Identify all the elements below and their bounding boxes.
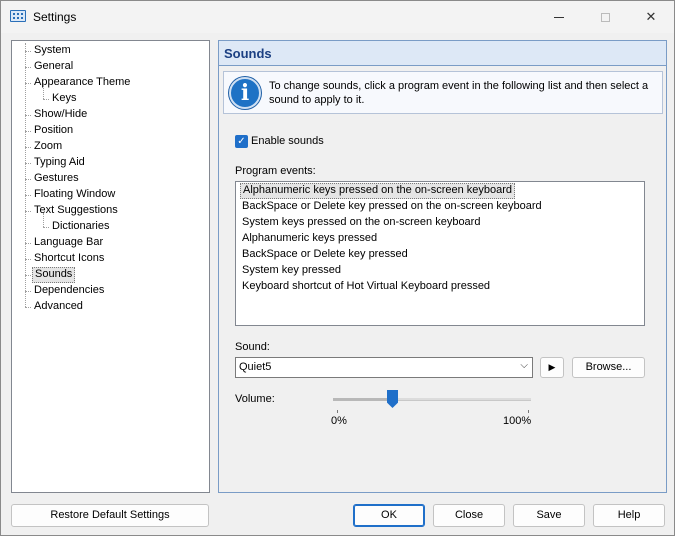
tree-connector: [25, 275, 31, 276]
panel-title: Sounds: [219, 41, 666, 66]
minimize-icon: [554, 16, 564, 18]
tree-item-general[interactable]: General: [32, 59, 75, 75]
tree-connector: [25, 259, 31, 260]
tree-item-zoom[interactable]: Zoom: [32, 139, 64, 155]
tree-connector: [25, 51, 31, 52]
tree-connector: [25, 115, 31, 116]
window-title: Settings: [33, 10, 77, 24]
tree-connector: [25, 147, 31, 148]
volume-min-label: 0%: [331, 415, 347, 427]
play-icon: ▶: [548, 362, 556, 372]
tree-connector: [43, 99, 49, 100]
close-icon: ✕: [645, 9, 657, 24]
info-box: i To change sounds, click a program even…: [223, 71, 663, 114]
tree-connector: [25, 291, 31, 292]
program-events-list[interactable]: Alphanumeric keys pressed on the on-scre…: [235, 181, 645, 326]
event-item[interactable]: BackSpace or Delete key pressed on the o…: [240, 199, 544, 215]
tree-connector: [25, 211, 31, 212]
tree-item-text-suggestions[interactable]: Text Suggestions: [32, 203, 120, 219]
tree-item-sounds[interactable]: Sounds: [32, 267, 76, 283]
tree-item-show-hide[interactable]: Show/Hide: [32, 107, 89, 123]
info-icon: i: [229, 77, 261, 109]
help-button[interactable]: Help: [593, 504, 665, 527]
volume-label: Volume:: [235, 393, 275, 405]
tree-item-gestures[interactable]: Gestures: [32, 171, 81, 187]
maximize-button[interactable]: [582, 1, 628, 33]
tree-connector: [43, 227, 49, 228]
tree-item-system[interactable]: System: [32, 43, 73, 59]
tree-connector: [25, 83, 31, 84]
tree-item-dependencies[interactable]: Dependencies: [32, 283, 106, 299]
sound-select[interactable]: Quiet5 ⌵: [235, 357, 533, 378]
maximize-icon: [600, 12, 610, 22]
volume-slider-fill: [333, 398, 392, 401]
volume-slider-track[interactable]: [333, 398, 531, 401]
tree-item-appearance-theme[interactable]: Appearance Theme: [32, 75, 132, 91]
tree-connector: [25, 195, 31, 196]
tree-connector: [43, 213, 44, 227]
enable-sounds-label[interactable]: Enable sounds: [251, 135, 324, 147]
chevron-down-icon: ⌵: [520, 360, 528, 371]
tree-item-typing-aid[interactable]: Typing Aid: [32, 155, 87, 171]
tree-connector: [25, 179, 31, 180]
event-item[interactable]: Alphanumeric keys pressed: [240, 231, 379, 247]
tree-connector: [25, 307, 31, 308]
save-button[interactable]: Save: [513, 504, 585, 527]
browse-button[interactable]: Browse...: [572, 357, 645, 378]
info-text: To change sounds, click a program event …: [269, 80, 649, 106]
tree-item-dictionaries[interactable]: Dictionaries: [50, 219, 111, 235]
tree-item-floating-window[interactable]: Floating Window: [32, 187, 117, 203]
sound-label: Sound:: [235, 341, 270, 353]
volume-max-label: 100%: [503, 415, 532, 427]
event-item[interactable]: System key pressed: [240, 263, 343, 279]
keyboard-icon: [10, 10, 26, 22]
event-item[interactable]: Keyboard shortcut of Hot Virtual Keyboar…: [240, 279, 492, 295]
event-item[interactable]: System keys pressed on the on-screen key…: [240, 215, 482, 231]
tree-connector: [43, 85, 44, 99]
tree-connector: [25, 131, 31, 132]
tree-item-language-bar[interactable]: Language Bar: [32, 235, 105, 251]
tree-connector: [25, 67, 31, 68]
close-button[interactable]: Close: [433, 504, 505, 527]
tree-item-position[interactable]: Position: [32, 123, 75, 139]
sounds-panel: Sounds i To change sounds, click a progr…: [218, 40, 667, 493]
tree-connector: [25, 163, 31, 164]
sound-select-value: Quiet5: [239, 361, 272, 373]
settings-tree[interactable]: System General Appearance Theme Keys Show/Hi…: [11, 40, 210, 493]
volume-tick-max: [528, 410, 529, 413]
event-item[interactable]: Alphanumeric keys pressed on the on-scre…: [240, 183, 516, 199]
checkmark-icon: ✓: [237, 136, 246, 147]
volume-slider-thumb[interactable]: [387, 390, 398, 408]
volume-tick-min: [337, 410, 338, 413]
play-sound-button[interactable]: ▶: [540, 357, 564, 378]
enable-sounds-checkbox[interactable]: ✓: [235, 135, 248, 148]
tree-item-shortcut-icons[interactable]: Shortcut Icons: [32, 251, 106, 267]
program-events-label: Program events:: [235, 165, 316, 177]
title-bar: Settings ✕: [1, 1, 674, 33]
minimize-button[interactable]: [536, 1, 582, 33]
event-item[interactable]: BackSpace or Delete key pressed: [240, 247, 410, 263]
tree-item-advanced[interactable]: Advanced: [32, 299, 85, 315]
tree-item-keys[interactable]: Keys: [50, 91, 78, 107]
settings-window: Settings ✕ System General Appearance Theme…: [0, 0, 675, 536]
close-window-button[interactable]: ✕: [628, 1, 674, 33]
restore-defaults-button[interactable]: Restore Default Settings: [11, 504, 209, 527]
tree-connector: [25, 243, 31, 244]
ok-button[interactable]: OK: [353, 504, 425, 527]
